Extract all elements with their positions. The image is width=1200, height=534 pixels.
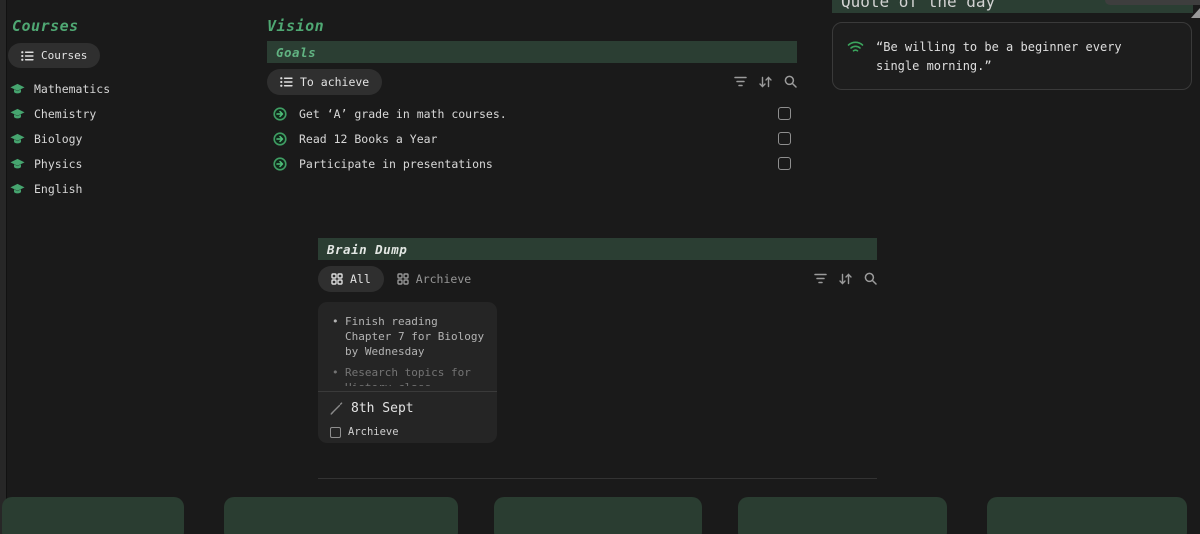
bottom-card[interactable] xyxy=(738,497,947,534)
bottom-card[interactable] xyxy=(494,497,702,534)
course-label: Chemistry xyxy=(34,107,96,121)
goal-title: Read 12 Books a Year xyxy=(299,132,437,146)
brain-dump-card[interactable]: Finish reading Chapter 7 for Biology by … xyxy=(318,302,497,443)
quote-card: “Be willing to be a beginner every singl… xyxy=(832,22,1192,90)
arrow-circle-icon xyxy=(273,132,287,146)
brain-dump-note-text: Finish reading Chapter 7 for Biology by … xyxy=(330,314,485,386)
sidebar-item-english[interactable]: English xyxy=(10,176,110,201)
pen-icon xyxy=(330,402,343,415)
courses-view-tab[interactable]: Courses xyxy=(8,43,100,68)
goals-header-label: Goals xyxy=(276,45,316,60)
course-label: Mathematics xyxy=(34,82,110,96)
search-icon[interactable] xyxy=(864,272,877,285)
graduation-cap-icon xyxy=(10,83,25,95)
graduation-cap-icon xyxy=(10,108,25,120)
tab-all-label: All xyxy=(350,272,371,286)
filter-icon[interactable] xyxy=(734,76,747,87)
goal-row[interactable]: Read 12 Books a Year xyxy=(267,126,797,151)
goal-checkbox[interactable] xyxy=(778,157,791,170)
graduation-cap-icon xyxy=(10,158,25,170)
courses-view-tab-label: Courses xyxy=(41,49,87,62)
goals-toolbar: To achieve xyxy=(267,68,797,95)
goals-list: Get ‘A’ grade in math courses. Read 12 B… xyxy=(267,101,797,176)
brain-dump-toolbar: All Archieve xyxy=(318,265,877,292)
courses-section-title: Courses xyxy=(12,17,79,35)
sidebar-item-physics[interactable]: Physics xyxy=(10,151,110,176)
course-label: English xyxy=(34,182,82,196)
goal-row[interactable]: Get ‘A’ grade in math courses. xyxy=(267,101,797,126)
top-right-panel-fragment xyxy=(1105,0,1200,5)
goals-view-tab-to-achieve[interactable]: To achieve xyxy=(267,69,382,95)
brain-dump-database-header: Brain Dump xyxy=(318,238,877,260)
sort-icon[interactable] xyxy=(839,273,852,285)
section-divider xyxy=(318,478,877,479)
quote-text: “Be willing to be a beginner every singl… xyxy=(876,38,1134,76)
filter-icon[interactable] xyxy=(814,273,827,284)
sort-icon[interactable] xyxy=(759,76,772,88)
bulleted-list-icon xyxy=(21,50,34,62)
bulleted-list-icon xyxy=(280,76,293,88)
archieve-checkbox[interactable] xyxy=(330,427,341,438)
adjacent-panel-edge xyxy=(0,0,7,534)
archieve-checkbox-label: Archieve xyxy=(348,426,399,438)
goals-view-tab-label: To achieve xyxy=(300,75,369,89)
cursor xyxy=(1191,8,1200,18)
bottom-card[interactable] xyxy=(224,497,458,534)
graduation-cap-icon xyxy=(10,133,25,145)
goal-checkbox[interactable] xyxy=(778,132,791,145)
brain-dump-tab-archieve[interactable]: Archieve xyxy=(397,266,471,292)
vision-section-title: Vision xyxy=(267,17,324,35)
tab-archieve-label: Archieve xyxy=(416,272,471,286)
sidebar-item-mathematics[interactable]: Mathematics xyxy=(10,76,110,101)
brain-dump-header-label: Brain Dump xyxy=(327,242,407,257)
goal-title: Get ‘A’ grade in math courses. xyxy=(299,107,507,121)
note-bullet-truncated: Research topics for History class xyxy=(330,365,485,386)
goals-database-header: Goals xyxy=(267,41,797,63)
goal-checkbox[interactable] xyxy=(778,107,791,120)
sidebar-item-biology[interactable]: Biology xyxy=(10,126,110,151)
goal-row[interactable]: Participate in presentations xyxy=(267,151,797,176)
card-divider xyxy=(318,391,497,392)
quote-header-label: Quote of the day xyxy=(841,0,995,11)
course-label: Physics xyxy=(34,157,82,171)
goal-title: Participate in presentations xyxy=(299,157,493,171)
grid-icon xyxy=(397,273,409,285)
wifi-icon xyxy=(847,40,864,54)
bottom-card[interactable] xyxy=(2,497,184,534)
arrow-circle-icon xyxy=(273,157,287,171)
search-icon[interactable] xyxy=(784,75,797,88)
graduation-cap-icon xyxy=(10,183,25,195)
card-date: 8th Sept xyxy=(351,401,414,416)
course-label: Biology xyxy=(34,132,82,146)
brain-dump-tab-all[interactable]: All xyxy=(318,266,384,292)
arrow-circle-icon xyxy=(273,107,287,121)
note-bullet: Finish reading Chapter 7 for Biology by … xyxy=(330,314,485,359)
grid-icon xyxy=(331,273,343,285)
sidebar-item-chemistry[interactable]: Chemistry xyxy=(10,101,110,126)
bottom-card[interactable] xyxy=(987,497,1187,534)
